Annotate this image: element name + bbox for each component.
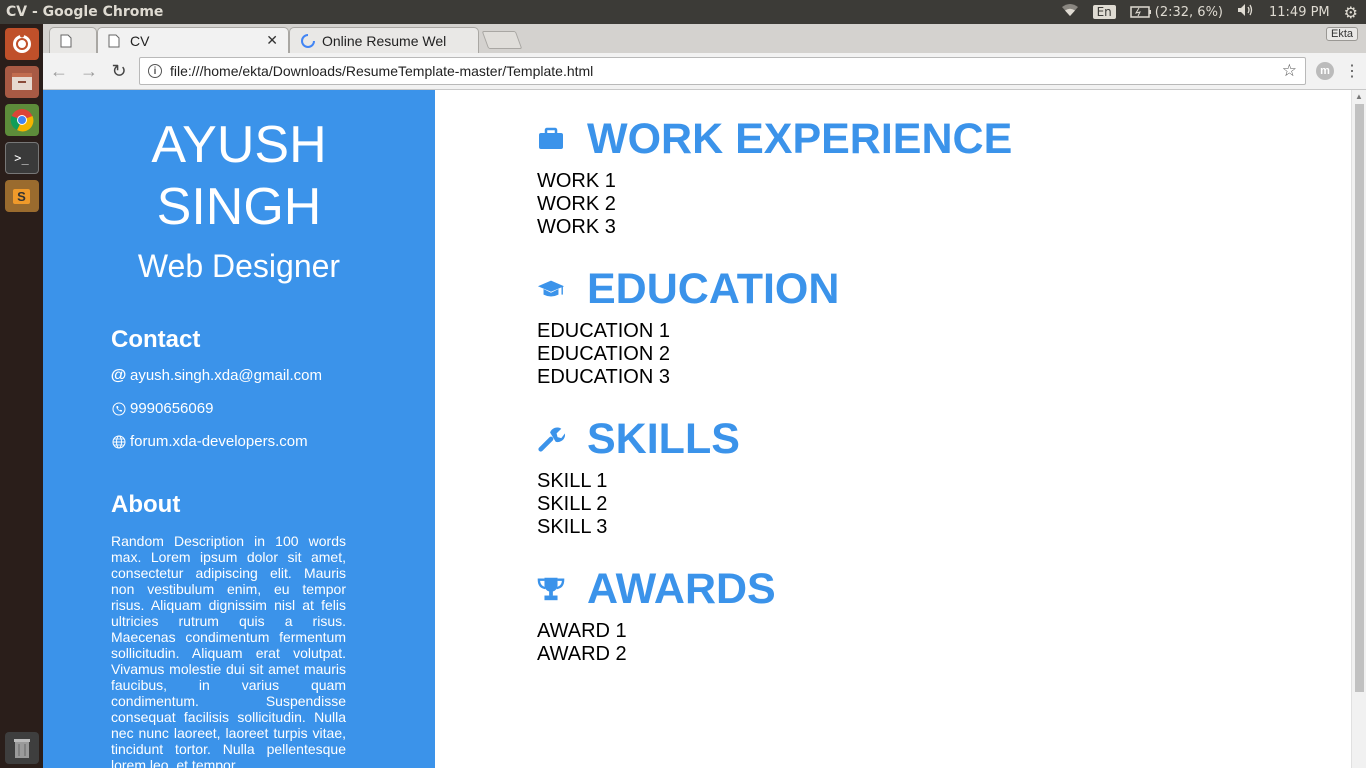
section-work-heading: WORK EXPERIENCE [537,114,1012,164]
list-item: AWARD 2 [537,643,627,665]
files-icon[interactable] [4,66,39,98]
bookmark-star-icon[interactable]: ☆ [1282,61,1297,81]
page-icon [60,34,72,47]
list-item: SKILL 3 [537,516,608,538]
list-item: WORK 2 [537,193,616,215]
forward-arrow-icon[interactable]: → [79,61,99,81]
resume-main: WORK EXPERIENCE WORK 1 WORK 2 WORK 3 EDU… [435,90,1351,768]
wrench-icon [537,425,565,453]
page-viewport: AYUSH SINGH Web Designer Contact @ ayush… [43,90,1366,768]
volume-icon[interactable] [1237,3,1255,21]
list-item: EDUCATION 3 [537,366,670,388]
skills-list: SKILL 1 SKILL 2 SKILL 3 [537,470,607,539]
tab-online-resume[interactable]: Online Resume Wel [289,27,479,53]
browser-window: CV ✕ Online Resume Wel Ekta ← → ↻ i file… [43,24,1366,768]
work-list: WORK 1 WORK 2 WORK 3 [537,170,616,239]
list-item: SKILL 1 [537,470,608,492]
url-text: file:///home/ekta/Downloads/ResumeTempla… [170,63,594,79]
list-item: SKILL 2 [537,493,608,515]
section-title: AWARDS [587,564,776,613]
session-gear-icon[interactable]: ⚙ [1344,3,1358,22]
list-item: AWARD 1 [537,620,627,642]
education-list: EDUCATION 1 EDUCATION 2 EDUCATION 3 [537,320,670,389]
graduation-cap-icon [537,275,565,303]
address-bar[interactable]: i file:///home/ekta/Downloads/ResumeTemp… [139,57,1306,85]
profile-button[interactable]: Ekta [1325,27,1358,41]
contact-phone-row: 9990656069 [111,400,213,417]
tab-strip: CV ✕ Online Resume Wel Ekta [43,24,1366,53]
keyboard-layout-indicator[interactable]: En [1092,5,1116,19]
launcher: >_ S [0,24,43,768]
trash-icon[interactable] [4,732,39,764]
extension-icon[interactable]: m [1316,62,1334,80]
window-title: CV - Google Chrome [6,4,164,20]
about-heading: About [111,491,181,518]
at-sign-icon: @ [110,366,127,384]
battery-text: (2:32, 6%) [1154,4,1223,20]
contact-website: forum.xda-developers.com [130,433,308,450]
resume-role: Web Designer [137,248,341,284]
scrollbar-thumb[interactable] [1355,104,1364,692]
contact-email-row: @ ayush.singh.xda@gmail.com [110,366,322,385]
section-title: SKILLS [587,414,740,463]
trophy-icon [537,575,565,603]
list-item: EDUCATION 1 [537,320,670,342]
name-line-last: SINGH [156,178,322,236]
awards-list: AWARD 1 AWARD 2 [537,620,627,666]
loading-spinner-icon [301,33,315,48]
resume-name: AYUSH SINGH [43,114,435,238]
close-tab-icon[interactable]: ✕ [266,32,278,49]
section-title: EDUCATION [587,264,840,313]
tab-cv[interactable]: CV ✕ [97,27,289,53]
resume-sidebar: AYUSH SINGH Web Designer Contact @ ayush… [43,90,435,768]
site-info-icon[interactable]: i [148,64,162,78]
about-text: Random Description in 100 words max. Lor… [111,533,346,768]
section-awards-heading: AWARDS [537,564,776,614]
battery-icon [1130,6,1151,18]
list-item: WORK 3 [537,216,616,238]
scroll-up-arrow-icon[interactable]: ▲ [1355,92,1363,101]
back-arrow-icon[interactable]: ← [49,61,69,81]
globe-icon [111,434,126,449]
section-skills-heading: SKILLS [537,414,740,464]
browser-toolbar: ← → ↻ i file:///home/ekta/Downloads/Resu… [43,53,1366,90]
list-item: WORK 1 [537,170,616,192]
battery-indicator[interactable]: (2:32, 6%) [1130,5,1223,20]
tab-title: Online Resume Wel [322,32,447,49]
name-line-first: AYUSH [151,116,327,174]
vertical-scrollbar[interactable]: ▲ [1351,90,1366,768]
briefcase-icon [537,125,565,153]
top-panel: CV - Google Chrome En (2:32, 6%) 11:49 P… [0,0,1366,24]
sublime-text-icon[interactable]: S [4,180,39,212]
contact-website-row: forum.xda-developers.com [111,433,308,450]
clock[interactable]: 11:49 PM [1269,5,1330,20]
wifi-icon[interactable] [1061,3,1079,21]
contact-heading: Contact [111,326,201,353]
reload-icon[interactable]: ↻ [109,61,129,81]
tab-blank[interactable] [49,27,97,53]
new-tab-button[interactable] [481,31,523,49]
chrome-icon[interactable] [4,104,39,136]
phone-icon [111,401,126,416]
terminal-icon[interactable]: >_ [4,142,39,174]
contact-email: ayush.singh.xda@gmail.com [130,367,322,384]
ubuntu-dash-icon[interactable] [4,28,39,60]
page-icon [108,34,120,47]
section-education-heading: EDUCATION [537,264,839,314]
list-item: EDUCATION 2 [537,343,670,365]
section-title: WORK EXPERIENCE [587,114,1013,163]
contact-phone: 9990656069 [130,400,214,417]
chrome-menu-icon[interactable]: ⋮ [1344,61,1360,81]
tab-title: CV [130,32,150,49]
